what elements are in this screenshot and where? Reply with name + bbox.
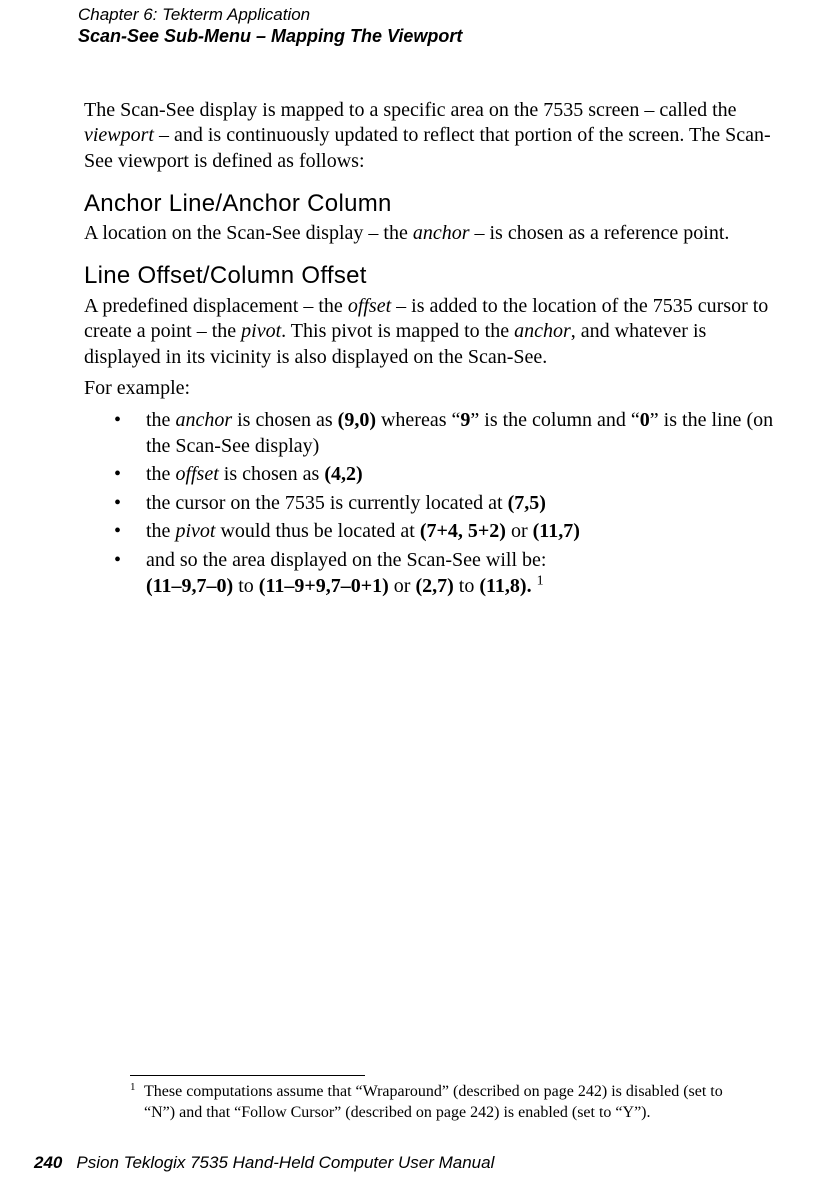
text: the cursor on the 7535 is currently loca… bbox=[146, 492, 508, 514]
list-item: the cursor on the 7535 is currently loca… bbox=[114, 491, 784, 517]
value: (9,0) bbox=[338, 409, 376, 431]
list-item: and so the area displayed on the Scan-Se… bbox=[114, 548, 784, 599]
text: the bbox=[146, 520, 175, 542]
offset-paragraph: A predefined displacement – the offset –… bbox=[84, 294, 784, 371]
footnote-text: These computations assume that “Wraparou… bbox=[144, 1083, 723, 1121]
text: The Scan-See display is mapped to a spec… bbox=[84, 99, 737, 121]
list-item: the offset is chosen as (4,2) bbox=[114, 462, 784, 488]
header-chapter: Chapter 6: Tekterm Application bbox=[78, 4, 784, 25]
running-header: Chapter 6: Tekterm Application Scan-See … bbox=[78, 0, 784, 48]
value: (11–9,7–0) bbox=[146, 575, 233, 597]
text: or bbox=[506, 520, 533, 542]
term-anchor: anchor bbox=[175, 409, 232, 431]
list-item: the anchor is chosen as (9,0) whereas “9… bbox=[114, 408, 784, 459]
footer: 240 Psion Teklogix 7535 Hand-Held Compute… bbox=[34, 1153, 784, 1173]
text: . This pivot is mapped to the bbox=[281, 320, 514, 342]
example-label: For example: bbox=[84, 376, 784, 402]
text: and so the area displayed on the Scan-Se… bbox=[146, 549, 546, 571]
text: would thus be located at bbox=[215, 520, 419, 542]
value: 0 bbox=[640, 409, 650, 431]
text: to bbox=[454, 575, 480, 597]
text: – and is continuously updated to reflect… bbox=[84, 124, 771, 172]
example-list: the anchor is chosen as (9,0) whereas “9… bbox=[114, 408, 784, 599]
value: (11,8). bbox=[479, 575, 531, 597]
value: (4,2) bbox=[324, 463, 362, 485]
value: (11–9+9,7–0+1) bbox=[259, 575, 389, 597]
value: (11,7) bbox=[533, 520, 580, 542]
text: to bbox=[233, 575, 259, 597]
term-viewport: viewport bbox=[84, 124, 154, 146]
text: or bbox=[389, 575, 416, 597]
term-offset: offset bbox=[348, 295, 391, 317]
footnote-mark: 1 bbox=[130, 1080, 136, 1094]
text: – is chosen as a reference point. bbox=[470, 222, 730, 244]
text: A predefined displacement – the bbox=[84, 295, 348, 317]
value: (7+4, 5+2) bbox=[420, 520, 506, 542]
footnote-ref: 1 bbox=[537, 573, 544, 588]
manual-title: Psion Teklogix 7535 Hand-Held Computer U… bbox=[76, 1153, 494, 1172]
header-section: Scan-See Sub-Menu – Mapping The Viewport bbox=[78, 25, 784, 48]
text: the bbox=[146, 409, 175, 431]
body-text: The Scan-See display is mapped to a spec… bbox=[84, 98, 784, 599]
footnote-rule bbox=[130, 1075, 365, 1076]
term-anchor: anchor bbox=[413, 222, 470, 244]
text: is chosen as bbox=[219, 463, 325, 485]
value: (7,5) bbox=[508, 492, 546, 514]
list-item: the pivot would thus be located at (7+4,… bbox=[114, 519, 784, 545]
term-pivot: pivot bbox=[175, 520, 215, 542]
term-pivot: pivot bbox=[241, 320, 281, 342]
text: is chosen as bbox=[232, 409, 338, 431]
page: Chapter 6: Tekterm Application Scan-See … bbox=[0, 0, 829, 1197]
page-number: 240 bbox=[34, 1153, 62, 1172]
text: A location on the Scan-See display – the bbox=[84, 222, 413, 244]
footnote: 1 These computations assume that “Wrapar… bbox=[130, 1082, 740, 1124]
anchor-paragraph: A location on the Scan-See display – the… bbox=[84, 221, 784, 247]
heading-anchor: Anchor Line/Anchor Column bbox=[84, 189, 784, 220]
footnote-area: 1 These computations assume that “Wrapar… bbox=[130, 1075, 740, 1124]
term-offset: offset bbox=[175, 463, 218, 485]
intro-paragraph: The Scan-See display is mapped to a spec… bbox=[84, 98, 784, 175]
value: (2,7) bbox=[415, 575, 453, 597]
text: ” is the column and “ bbox=[470, 409, 639, 431]
text: the bbox=[146, 463, 175, 485]
value: 9 bbox=[460, 409, 470, 431]
term-anchor: anchor bbox=[514, 320, 571, 342]
heading-offset: Line Offset/Column Offset bbox=[84, 261, 784, 292]
text: whereas “ bbox=[376, 409, 460, 431]
